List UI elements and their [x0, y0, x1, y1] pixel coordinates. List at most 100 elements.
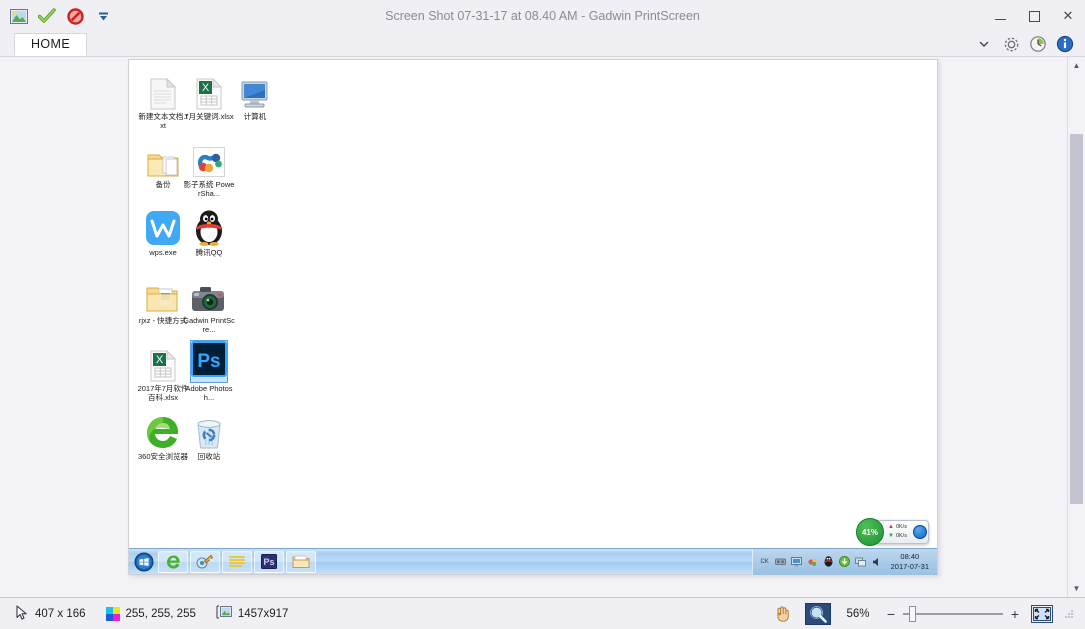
desktop-icon-label: wps.exe — [149, 248, 177, 257]
upload-rate: 0K/s — [895, 524, 907, 530]
taskbar-explorer-icon[interactable] — [286, 550, 316, 573]
excel-file-icon: X — [183, 70, 235, 110]
cpu-percent-badge: 41% — [856, 518, 884, 546]
desktop-icon-gadwin-printscreen[interactable]: Gadwin PrintScre... — [183, 274, 235, 334]
history-icon[interactable] — [1028, 34, 1048, 54]
taskbar-photoshop-icon[interactable]: Ps — [254, 550, 284, 573]
color-value: 255, 255, 255 — [125, 607, 196, 620]
maximize-button[interactable] — [1017, 1, 1051, 31]
start-orb-icon[interactable] — [132, 551, 156, 573]
scroll-up-arrow-icon[interactable]: ▲ — [1068, 57, 1085, 74]
zoom-out-button[interactable]: − — [885, 606, 897, 622]
svg-text:Ps: Ps — [263, 557, 274, 567]
workspace: 新建文本文档.txt X 7月关键词.xlsx 计算机 备份 影子系统 Powe… — [0, 56, 1085, 598]
zoom-in-button[interactable]: + — [1009, 606, 1021, 622]
desktop-icon-qq[interactable]: 腾讯QQ — [183, 206, 235, 257]
desktop-icon-excel-software-wiki[interactable]: X 2017年7月软件百科.xlsx — [137, 342, 189, 402]
image-canvas[interactable]: 新建文本文档.txt X 7月关键词.xlsx 计算机 备份 影子系统 Powe… — [0, 57, 1067, 597]
taskbar-buttons: Ps — [129, 550, 316, 573]
desktop-icon-wps[interactable]: wps.exe — [137, 206, 189, 257]
desktop-icon-adobe-photoshop[interactable]: Ps Adobe Photosh... — [183, 340, 235, 402]
tray-monitor-icon[interactable] — [791, 556, 803, 568]
image-icon[interactable] — [8, 5, 30, 27]
shadow-system-icon — [183, 138, 235, 178]
download-arrow-icon: ▼ — [888, 533, 894, 539]
desktop-icon-text-file[interactable]: 新建文本文档.txt — [137, 70, 189, 130]
tray-download-icon[interactable] — [839, 556, 851, 568]
taskbar-clock[interactable]: 08:40 2017-07-31 — [887, 552, 933, 572]
resize-grip-icon[interactable] — [1063, 608, 1075, 620]
desktop-icon-label: 回收站 — [197, 452, 221, 461]
chevron-down-icon[interactable] — [92, 5, 114, 27]
desktop-icon-label: 腾讯QQ — [195, 248, 223, 257]
pan-hand-icon[interactable] — [769, 603, 795, 625]
color-swatch-icon — [105, 606, 120, 621]
status-bar: 407 x 166 255, 255, 255 1457x917 56% − + — [0, 598, 1085, 629]
desktop-icon-label: 7月关键词.xlsx — [184, 112, 234, 121]
cancel-icon[interactable] — [64, 5, 86, 27]
rate-values: 0K/s 0K/s — [896, 523, 907, 541]
taskbar-media-player-icon[interactable] — [190, 550, 220, 573]
scrollbar-track[interactable] — [1068, 74, 1085, 580]
photoshop-icon: Ps — [183, 340, 235, 383]
taskbar-notes-icon[interactable] — [222, 550, 252, 573]
tray-volume-icon[interactable] — [871, 556, 883, 568]
upload-arrow-icon: ▲ — [888, 524, 894, 530]
cursor-arrow-icon — [16, 604, 29, 623]
gear-icon[interactable] — [1001, 34, 1021, 54]
svg-text:X: X — [156, 354, 164, 366]
tray-qq-icon[interactable] — [823, 556, 835, 568]
minimize-button[interactable] — [983, 1, 1017, 31]
close-button[interactable]: ✕ — [1051, 1, 1085, 31]
desktop-icon-recycle-bin[interactable]: 回收站 — [183, 410, 235, 461]
window-controls: ✕ — [983, 0, 1085, 32]
desktop-icon-label: 2017年7月软件百科.xlsx — [137, 384, 189, 402]
browser-e-icon — [137, 410, 189, 450]
zoom-slider-group[interactable]: − + — [885, 605, 1021, 622]
desktop-icon-shadow-system[interactable]: 影子系统 PowerSha... — [183, 138, 235, 198]
desktop-icon-excel-keywords[interactable]: X 7月关键词.xlsx — [183, 70, 235, 121]
clock-date: 2017-07-31 — [890, 561, 929, 571]
close-icon: ✕ — [1062, 8, 1074, 23]
desktop-icon-label: 影子系统 PowerSha... — [183, 180, 235, 198]
tray-ck-icon[interactable]: CK — [759, 556, 771, 568]
ribbon-right-icons — [974, 34, 1085, 56]
windows-taskbar: Ps CK 08:40 2017-07-31 — [129, 548, 937, 575]
clock-time: 08:40 — [900, 551, 920, 561]
scrollbar-thumb[interactable] — [1070, 134, 1083, 504]
tray-shield-icon[interactable] — [807, 556, 819, 568]
desktop-icon-computer[interactable]: 计算机 — [229, 70, 281, 121]
accept-icon[interactable] — [36, 5, 58, 27]
net-speed-widget[interactable]: 41% ▲ ▼ 0K/s 0K/s — [856, 518, 929, 546]
chevron-down-icon[interactable] — [974, 34, 994, 54]
desktop-icon-360-browser[interactable]: 360安全浏览器 — [137, 410, 189, 461]
camera-icon — [183, 274, 235, 314]
tray-network-icon[interactable] — [855, 556, 867, 568]
desktop-icon-rjxz-shortcut[interactable]: rjxz - 快捷方式 — [137, 274, 189, 325]
fit-to-window-icon[interactable] — [1031, 604, 1053, 623]
quick-access-toolbar — [0, 5, 114, 27]
status-bar-tools: 56% − + — [769, 602, 1079, 625]
download-rate: 0K/s — [895, 533, 907, 539]
computer-icon — [229, 70, 281, 110]
wps-icon — [137, 206, 189, 246]
desktop-icon-backup-folder[interactable]: 备份 — [137, 138, 189, 189]
magnifier-icon[interactable] — [805, 602, 831, 625]
desktop-icon-label: 计算机 — [243, 112, 267, 121]
tray-speaker-icon[interactable] — [775, 556, 787, 568]
widget-menu-button[interactable] — [913, 525, 927, 539]
ribbon-tab-row: HOME — [0, 32, 1085, 56]
captured-screenshot[interactable]: 新建文本文档.txt X 7月关键词.xlsx 计算机 备份 影子系统 Powe… — [128, 59, 938, 575]
zoom-slider-handle[interactable] — [909, 605, 916, 622]
zoom-slider-track[interactable] — [903, 605, 1003, 622]
desktop-icon-label: Gadwin PrintScre... — [183, 316, 235, 334]
info-icon[interactable] — [1055, 34, 1075, 54]
folder-icon — [137, 138, 189, 178]
vertical-scrollbar[interactable]: ▲ ▼ — [1067, 57, 1085, 597]
scroll-down-arrow-icon[interactable]: ▼ — [1068, 580, 1085, 597]
tab-home[interactable]: HOME — [14, 33, 88, 56]
svg-text:X: X — [202, 82, 210, 94]
desktop-icon-label: Adobe Photosh... — [185, 384, 233, 402]
taskbar-ie-browser-icon[interactable] — [158, 550, 188, 573]
color-value-group: 255, 255, 255 — [96, 606, 206, 621]
